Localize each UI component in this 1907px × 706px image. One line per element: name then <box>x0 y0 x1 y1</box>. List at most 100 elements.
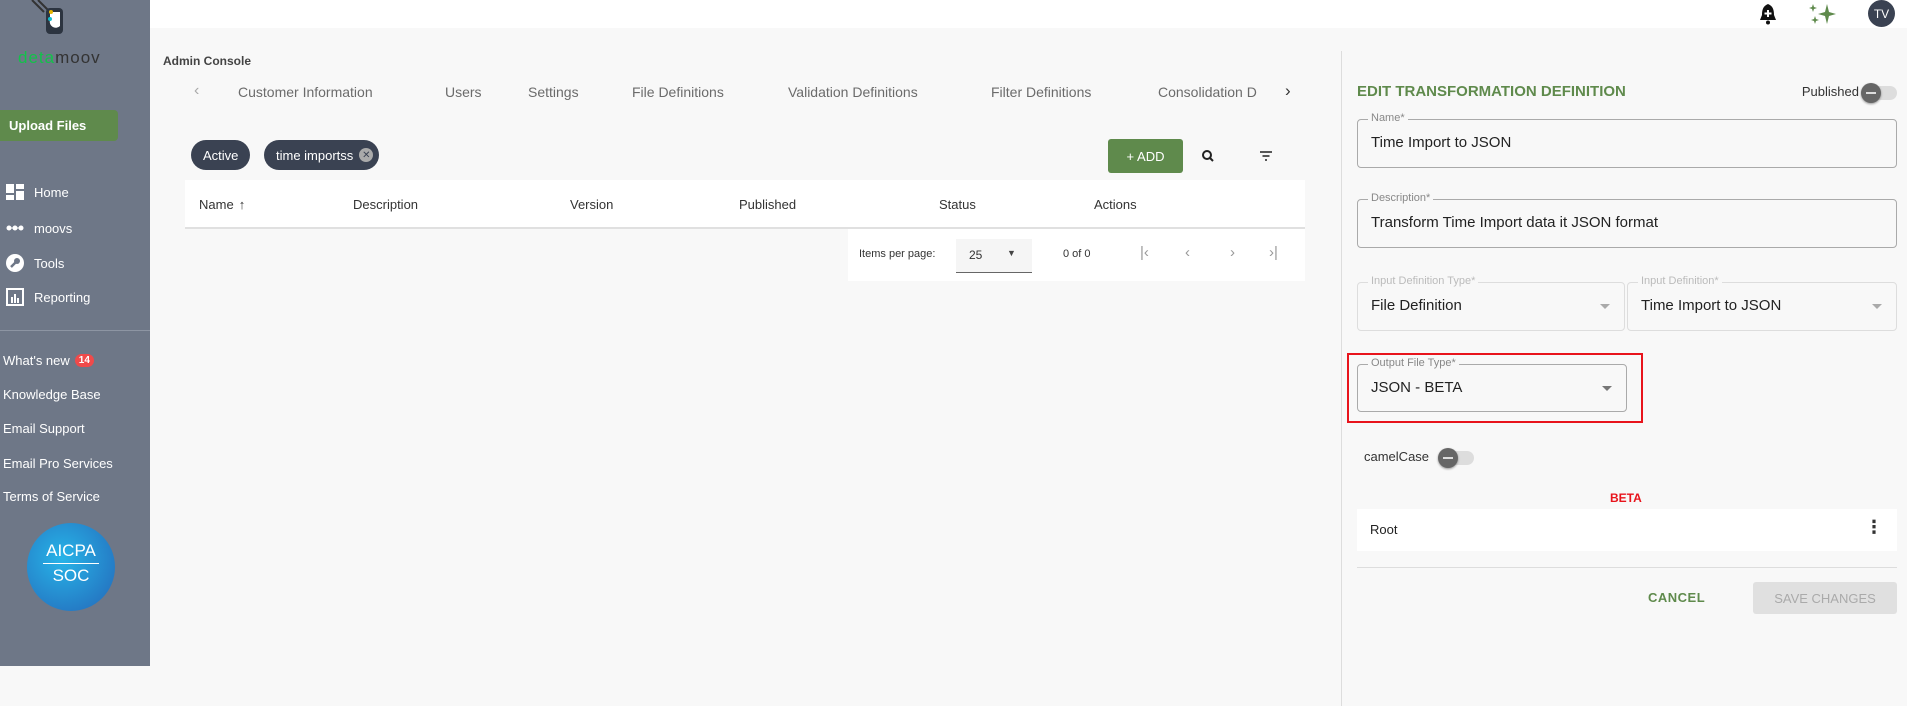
tab-filter-definitions[interactable]: Filter Definitions <box>991 84 1091 100</box>
dropdown-arrow-icon <box>1602 386 1612 391</box>
prev-page-icon[interactable]: ‹ <box>1185 244 1190 261</box>
nav-moovs[interactable]: moovs <box>6 220 72 236</box>
input-definition-type-select[interactable]: Input Definition Type* File Definition <box>1357 275 1625 331</box>
column-description[interactable]: Description <box>353 197 418 212</box>
cancel-button[interactable]: CANCEL <box>1648 590 1705 605</box>
badge-text: AICPA <box>46 541 96 560</box>
terms-of-service-link[interactable]: Terms of Service <box>3 489 100 504</box>
upload-files-button[interactable]: Upload Files <box>0 110 118 141</box>
next-page-icon[interactable]: › <box>1230 244 1235 261</box>
name-field[interactable]: Name* Time Import to JSON <box>1357 112 1897 168</box>
panel-title: EDIT TRANSFORMATION DEFINITION <box>1357 83 1626 100</box>
field-value: File Definition <box>1371 297 1462 314</box>
page-size-value: 25 <box>969 248 983 262</box>
tab-validation-definitions[interactable]: Validation Definitions <box>788 84 918 100</box>
page-range: 0 of 0 <box>1063 248 1091 260</box>
filter-icon[interactable] <box>1259 150 1273 162</box>
tab-settings[interactable]: Settings <box>528 84 579 100</box>
column-actions[interactable]: Actions <box>1094 197 1137 212</box>
dropdown-arrow-icon <box>1872 304 1882 309</box>
badge-text: SOC <box>52 566 90 585</box>
chip-remove-icon[interactable]: ✕ <box>359 148 374 162</box>
aicpa-soc-badge: AICPA SOC <box>27 523 115 611</box>
field-value: Time Import to JSON <box>1641 297 1782 314</box>
page-title: Admin Console <box>163 54 252 68</box>
dashboard-icon <box>6 184 24 200</box>
more-vert-icon[interactable]: ⋮ <box>1865 518 1883 536</box>
nav-tools[interactable]: Tools <box>6 254 64 272</box>
panel-divider <box>1341 51 1342 706</box>
column-published[interactable]: Published <box>739 197 796 212</box>
tab-users[interactable]: Users <box>445 84 482 100</box>
logo[interactable]: detamoov <box>0 0 150 72</box>
save-changes-button[interactable]: SAVE CHANGES <box>1753 582 1897 614</box>
column-status[interactable]: Status <box>939 197 976 212</box>
nav-home[interactable]: Home <box>6 184 69 200</box>
filter-chip-active[interactable]: Active <box>191 140 251 170</box>
column-label: Name <box>199 197 234 212</box>
items-per-page-label: Items per page: <box>859 248 936 260</box>
field-label: Description* <box>1368 192 1434 204</box>
first-page-icon[interactable]: |‹ <box>1140 244 1149 261</box>
field-label: Input Definition Type* <box>1368 275 1479 287</box>
wrench-icon <box>6 254 24 272</box>
tab-scroll-right[interactable]: › <box>1285 81 1291 101</box>
email-support-link[interactable]: Email Support <box>3 421 85 436</box>
field-value: Transform Time Import data it JSON forma… <box>1371 214 1659 231</box>
tab-scroll-left[interactable]: ‹ <box>194 82 199 100</box>
divider <box>0 330 150 331</box>
camelcase-toggle[interactable] <box>1438 448 1474 468</box>
description-field[interactable]: Description* Transform Time Import data i… <box>1357 192 1897 248</box>
last-page-icon[interactable]: ›| <box>1269 244 1278 261</box>
field-value: Time Import to JSON <box>1371 134 1512 151</box>
filter-chip-search[interactable]: time importss ✕ <box>264 140 380 170</box>
nav-label: moovs <box>34 220 73 236</box>
chip-label: Active <box>203 147 239 163</box>
chart-icon <box>6 288 24 306</box>
field-label: Name* <box>1368 112 1408 124</box>
nav-label: Home <box>34 184 69 200</box>
camelcase-label: camelCase <box>1364 449 1430 464</box>
tab-file-definitions[interactable]: File Definitions <box>632 84 724 100</box>
root-label: Root <box>1370 522 1398 537</box>
nav-reporting[interactable]: Reporting <box>6 288 90 306</box>
dropdown-arrow-icon <box>1600 304 1610 309</box>
link-label: What's new <box>3 353 70 368</box>
notification-badge: 14 <box>74 354 94 367</box>
tab-customer-information[interactable]: Customer Information <box>238 84 373 100</box>
dropdown-arrow-icon: ▼ <box>1007 248 1016 258</box>
divider <box>1357 567 1897 568</box>
sort-arrow-up-icon: ↑ <box>238 197 246 212</box>
logo-mark-icon <box>31 0 63 34</box>
tab-consolidation-definitions[interactable]: Consolidation D <box>1158 84 1257 100</box>
page-size-select[interactable]: 25 ▼ <box>956 239 1032 273</box>
published-toggle[interactable] <box>1861 83 1897 103</box>
field-label: Output File Type* <box>1368 357 1459 369</box>
add-button[interactable]: + ADD <box>1108 139 1183 173</box>
paginator: Items per page: 25 ▼ 0 of 0 |‹ ‹ › ›| <box>848 229 1305 281</box>
published-label: Published <box>1801 84 1859 99</box>
output-file-type-select[interactable]: Output File Type* JSON - BETA <box>1357 357 1627 412</box>
sidebar: detamoov Upload Files Home moovs Tools R… <box>0 0 150 666</box>
root-row[interactable]: Root ⋮ <box>1357 509 1897 551</box>
dots-icon <box>6 225 24 231</box>
field-label: Input Definition* <box>1638 275 1722 287</box>
column-version[interactable]: Version <box>570 197 613 212</box>
input-definition-select[interactable]: Input Definition* Time Import to JSON <box>1627 275 1897 331</box>
bell-icon[interactable] <box>1758 3 1778 25</box>
field-value: JSON - BETA <box>1371 379 1463 396</box>
whats-new-link[interactable]: What's new 14 <box>3 353 94 368</box>
nav-label: Tools <box>34 255 65 271</box>
avatar[interactable]: TV <box>1868 0 1895 27</box>
email-pro-services-link[interactable]: Email Pro Services <box>3 456 113 471</box>
beta-label: BETA <box>1610 491 1642 505</box>
knowledge-base-link[interactable]: Knowledge Base <box>3 387 101 402</box>
logo-text: moov <box>55 48 101 67</box>
top-bar: TV <box>150 0 1907 28</box>
chip-label: time importss <box>276 147 354 163</box>
logo-text: deta <box>18 48 56 67</box>
sparkle-icon[interactable] <box>1807 2 1837 26</box>
nav-label: Reporting <box>34 289 91 305</box>
column-name[interactable]: Name ↑ <box>199 197 245 212</box>
search-icon[interactable] <box>1201 149 1215 163</box>
